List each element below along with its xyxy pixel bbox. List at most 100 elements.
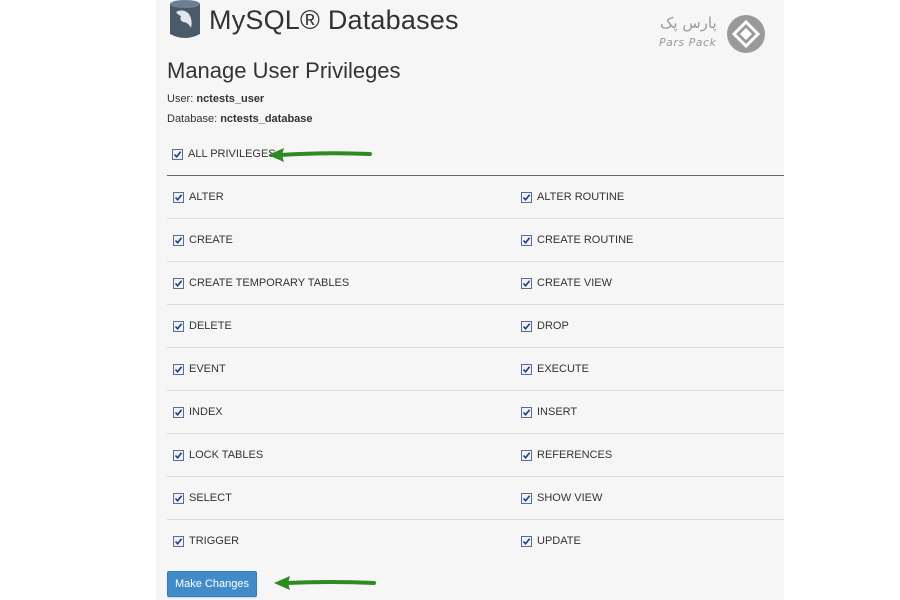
privilege-option[interactable]: TRIGGER (167, 535, 521, 547)
privilege-label: INDEX (189, 406, 223, 418)
privilege-label: EVENT (189, 363, 226, 375)
privilege-checkbox[interactable] (521, 234, 532, 246)
database-dolphin-icon (170, 0, 200, 38)
privilege-row: SELECT SHOW VIEW (167, 477, 784, 520)
privilege-label: DELETE (189, 320, 232, 332)
privilege-label: REFERENCES (537, 449, 613, 461)
privilege-row: CREATE CREATE ROUTINE (167, 219, 784, 262)
privilege-label: CREATE VIEW (537, 277, 612, 289)
parspack-logo-icon (727, 15, 765, 53)
privilege-label: ALTER (189, 191, 224, 203)
privilege-option[interactable]: CREATE VIEW (521, 277, 612, 289)
privilege-checkbox[interactable] (521, 320, 532, 332)
privilege-row: DELETE DROP (167, 305, 784, 348)
privilege-label: DROP (537, 320, 569, 332)
brand-name-en: Pars Pack (659, 36, 717, 49)
app-title: MySQL® Databases (209, 4, 459, 35)
privilege-checkbox[interactable] (521, 277, 532, 289)
privilege-checkbox[interactable] (173, 320, 184, 332)
privilege-row: LOCK TABLES REFERENCES (167, 434, 784, 477)
checkmark-icon (522, 279, 531, 287)
checkmark-icon (174, 537, 183, 545)
privilege-label: SHOW VIEW (537, 492, 603, 504)
privilege-checkbox[interactable] (173, 277, 184, 289)
brand-name-fa: پارس پک (660, 14, 717, 32)
checkmark-icon (522, 494, 531, 502)
privilege-option[interactable]: INSERT (521, 406, 577, 418)
all-privileges-option[interactable]: ALL PRIVILEGES (172, 148, 276, 160)
checkmark-icon (174, 322, 183, 330)
privilege-label: CREATE ROUTINE (537, 234, 634, 246)
privilege-label: UPDATE (537, 535, 581, 547)
privilege-row: TRIGGER UPDATE (167, 520, 784, 562)
checkmark-icon (173, 150, 182, 158)
privilege-option[interactable]: CREATE TEMPORARY TABLES (167, 277, 521, 289)
privilege-label: SELECT (189, 492, 232, 504)
privilege-checkbox[interactable] (173, 234, 184, 246)
privilege-option[interactable]: EVENT (167, 363, 521, 375)
privilege-option[interactable]: DROP (521, 320, 569, 332)
privilege-option[interactable]: REFERENCES (521, 449, 612, 461)
privilege-checkbox[interactable] (173, 191, 184, 203)
privilege-checkbox[interactable] (173, 449, 184, 461)
green-arrow-icon (274, 576, 376, 590)
privilege-checkbox[interactable] (521, 449, 532, 461)
checkmark-icon (174, 494, 183, 502)
privilege-checkbox[interactable] (521, 492, 532, 504)
privilege-row: EVENT EXECUTE (167, 348, 784, 391)
privilege-checkbox[interactable] (521, 363, 532, 375)
privilege-row: CREATE TEMPORARY TABLES CREATE VIEW (167, 262, 784, 305)
checkmark-icon (522, 537, 531, 545)
checkmark-icon (174, 193, 183, 201)
privilege-option[interactable]: CREATE (167, 234, 521, 246)
privilege-label: LOCK TABLES (189, 449, 264, 461)
privilege-option[interactable]: SELECT (167, 492, 521, 504)
checkmark-icon (174, 236, 183, 244)
privilege-label: CREATE TEMPORARY TABLES (189, 277, 350, 289)
privilege-checkbox[interactable] (173, 492, 184, 504)
privilege-option[interactable]: DELETE (167, 320, 521, 332)
privileges-table: ALTER ALTER ROUTINE CREATE CREATE ROUTINE CR… (167, 175, 784, 562)
privilege-option[interactable]: INDEX (167, 406, 521, 418)
privilege-checkbox[interactable] (173, 363, 184, 375)
privilege-label: ALTER ROUTINE (537, 191, 625, 203)
privilege-option[interactable]: LOCK TABLES (167, 449, 521, 461)
make-changes-button[interactable]: Make Changes (167, 571, 257, 597)
database-label: Database: (167, 113, 221, 125)
privilege-row: INDEX INSERT (167, 391, 784, 434)
privilege-checkbox[interactable] (521, 191, 532, 203)
checkmark-icon (522, 408, 531, 416)
checkmark-icon (522, 193, 531, 201)
privilege-label: INSERT (537, 406, 578, 418)
green-arrow-icon (268, 148, 372, 162)
database-value: nctests_database (220, 113, 313, 125)
checkmark-icon (522, 451, 531, 459)
checkmark-icon (174, 408, 183, 416)
privilege-option[interactable]: UPDATE (521, 535, 581, 547)
privilege-option[interactable]: ALTER (167, 191, 521, 203)
all-privileges-label: ALL PRIVILEGES (188, 148, 276, 160)
database-info: Database: nctests_database (167, 113, 313, 125)
brand-watermark: پارس پک Pars Pack (656, 12, 768, 56)
privilege-option[interactable]: EXECUTE (521, 363, 589, 375)
privilege-checkbox[interactable] (173, 406, 184, 418)
privilege-label: CREATE (189, 234, 233, 246)
app-header: MySQL® Databases (167, 0, 459, 40)
privilege-checkbox[interactable] (173, 535, 184, 547)
checkmark-icon (174, 365, 183, 373)
privilege-checkbox[interactable] (521, 535, 532, 547)
checkmark-icon (522, 365, 531, 373)
all-privileges-checkbox[interactable] (172, 148, 183, 160)
checkmark-icon (174, 451, 183, 459)
privilege-option[interactable]: ALTER ROUTINE (521, 191, 624, 203)
privilege-label: EXECUTE (537, 363, 589, 375)
checkmark-icon (522, 236, 531, 244)
privilege-row: ALTER ALTER ROUTINE (167, 176, 784, 219)
privilege-option[interactable]: SHOW VIEW (521, 492, 602, 504)
checkmark-icon (522, 322, 531, 330)
user-value: nctests_user (196, 93, 265, 105)
privilege-checkbox[interactable] (521, 406, 532, 418)
checkmark-icon (174, 279, 183, 287)
privilege-option[interactable]: CREATE ROUTINE (521, 234, 633, 246)
privilege-label: TRIGGER (189, 535, 240, 547)
